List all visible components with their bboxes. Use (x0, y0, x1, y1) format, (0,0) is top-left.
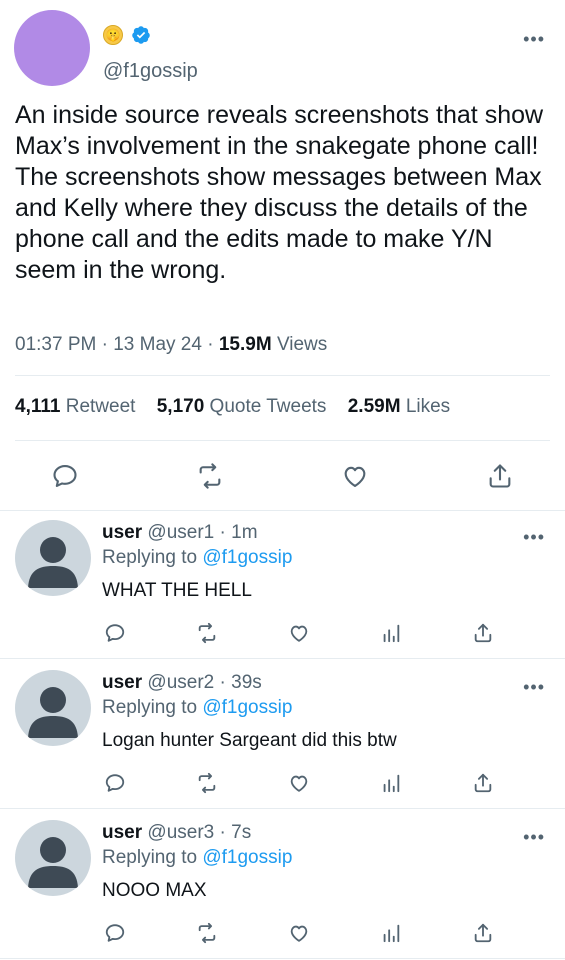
replying-to: Replying to @f1gossip (102, 547, 293, 568)
reply-handle: @user1 (147, 522, 215, 543)
retweet-icon[interactable] (196, 622, 218, 644)
replying-to-link[interactable]: @f1gossip (202, 547, 292, 568)
views-count: 15.9M (218, 334, 272, 355)
reply-avatar[interactable] (15, 670, 91, 746)
reply-item[interactable]: user @user2 · 39s ••• Replying to @f1gos… (0, 660, 565, 810)
default-profile-icon (28, 687, 78, 738)
meta-separator: · (219, 522, 226, 543)
divider (0, 958, 565, 959)
share-icon[interactable] (486, 462, 514, 490)
analytics-icon[interactable] (380, 622, 402, 644)
tweet-stats: 4,111 Retweet 5,170 Quote Tweets 2.59M L… (15, 396, 450, 418)
divider (15, 440, 550, 441)
reply-avatar[interactable] (15, 520, 91, 596)
reply-author[interactable]: user @user2 · 39s (102, 672, 262, 694)
retweets-stat[interactable]: 4,111 Retweet (15, 396, 135, 417)
reply-text: WHAT THE HELL (102, 580, 252, 601)
reply-age: 7s (231, 822, 252, 843)
reply-handle: @user3 (147, 822, 215, 843)
tweet-time: 01:37 PM (15, 334, 97, 355)
reply-author[interactable]: user @user1 · 1m (102, 522, 258, 544)
reply-icon[interactable] (104, 922, 126, 944)
analytics-icon[interactable] (380, 922, 402, 944)
share-icon[interactable] (472, 622, 494, 644)
heart-icon[interactable] (288, 622, 310, 644)
shush-emoji-icon: 🤫 (103, 25, 123, 45)
default-profile-icon (28, 537, 78, 588)
author-avatar[interactable] (14, 10, 90, 86)
retweet-icon[interactable] (196, 772, 218, 794)
likes-stat[interactable]: 2.59M Likes (348, 396, 450, 417)
replying-to: Replying to @f1gossip (102, 697, 293, 718)
reply-age: 39s (231, 672, 262, 693)
meta-separator: · (219, 822, 226, 843)
heart-icon[interactable] (288, 772, 310, 794)
quotes-stat[interactable]: 5,170 Quote Tweets (157, 396, 327, 417)
replying-to-link[interactable]: @f1gossip (202, 847, 292, 868)
reply-item[interactable]: user @user1 · 1m ••• Replying to @f1goss… (0, 510, 565, 660)
share-icon[interactable] (472, 772, 494, 794)
views-label: Views (276, 334, 328, 355)
replying-to-link[interactable]: @f1gossip (202, 697, 292, 718)
reply-text: Logan hunter Sargeant did this btw (102, 730, 397, 751)
meta-separator: · (207, 334, 214, 355)
analytics-icon[interactable] (380, 772, 402, 794)
more-options-icon[interactable]: ••• (523, 30, 545, 48)
share-icon[interactable] (472, 922, 494, 944)
more-options-icon[interactable]: ••• (523, 678, 545, 696)
tweet-date: 13 May 24 (113, 334, 202, 355)
reply-avatar[interactable] (15, 820, 91, 896)
replying-to: Replying to @f1gossip (102, 847, 293, 868)
reply-handle: @user2 (147, 672, 215, 693)
reply-text: NOOO MAX (102, 880, 207, 901)
retweet-icon[interactable] (196, 462, 224, 490)
verified-badge-icon (132, 26, 150, 44)
reply-display-name: user (102, 672, 143, 693)
divider (15, 375, 550, 376)
meta-separator: · (219, 672, 226, 693)
reply-icon[interactable] (104, 622, 126, 644)
retweet-icon[interactable] (196, 922, 218, 944)
tweet-text: An inside source reveals screenshots tha… (15, 101, 544, 284)
heart-icon[interactable] (288, 922, 310, 944)
reply-age: 1m (231, 522, 258, 543)
divider (0, 808, 565, 809)
reply-author[interactable]: user @user3 · 7s (102, 822, 251, 844)
more-options-icon[interactable]: ••• (523, 828, 545, 846)
reply-display-name: user (102, 822, 143, 843)
default-profile-icon (28, 837, 78, 888)
tweet-meta: 01:37 PM · 13 May 24 · 15.9M Views (15, 334, 327, 356)
author-handle[interactable]: @f1gossip (103, 60, 198, 83)
reply-icon[interactable] (51, 462, 79, 490)
reply-item[interactable]: user @user3 · 7s ••• Replying to @f1goss… (0, 810, 565, 960)
divider (0, 658, 565, 659)
meta-separator: · (101, 334, 108, 355)
reply-display-name: user (102, 522, 143, 543)
heart-icon[interactable] (341, 462, 369, 490)
more-options-icon[interactable]: ••• (523, 528, 545, 546)
reply-icon[interactable] (104, 772, 126, 794)
